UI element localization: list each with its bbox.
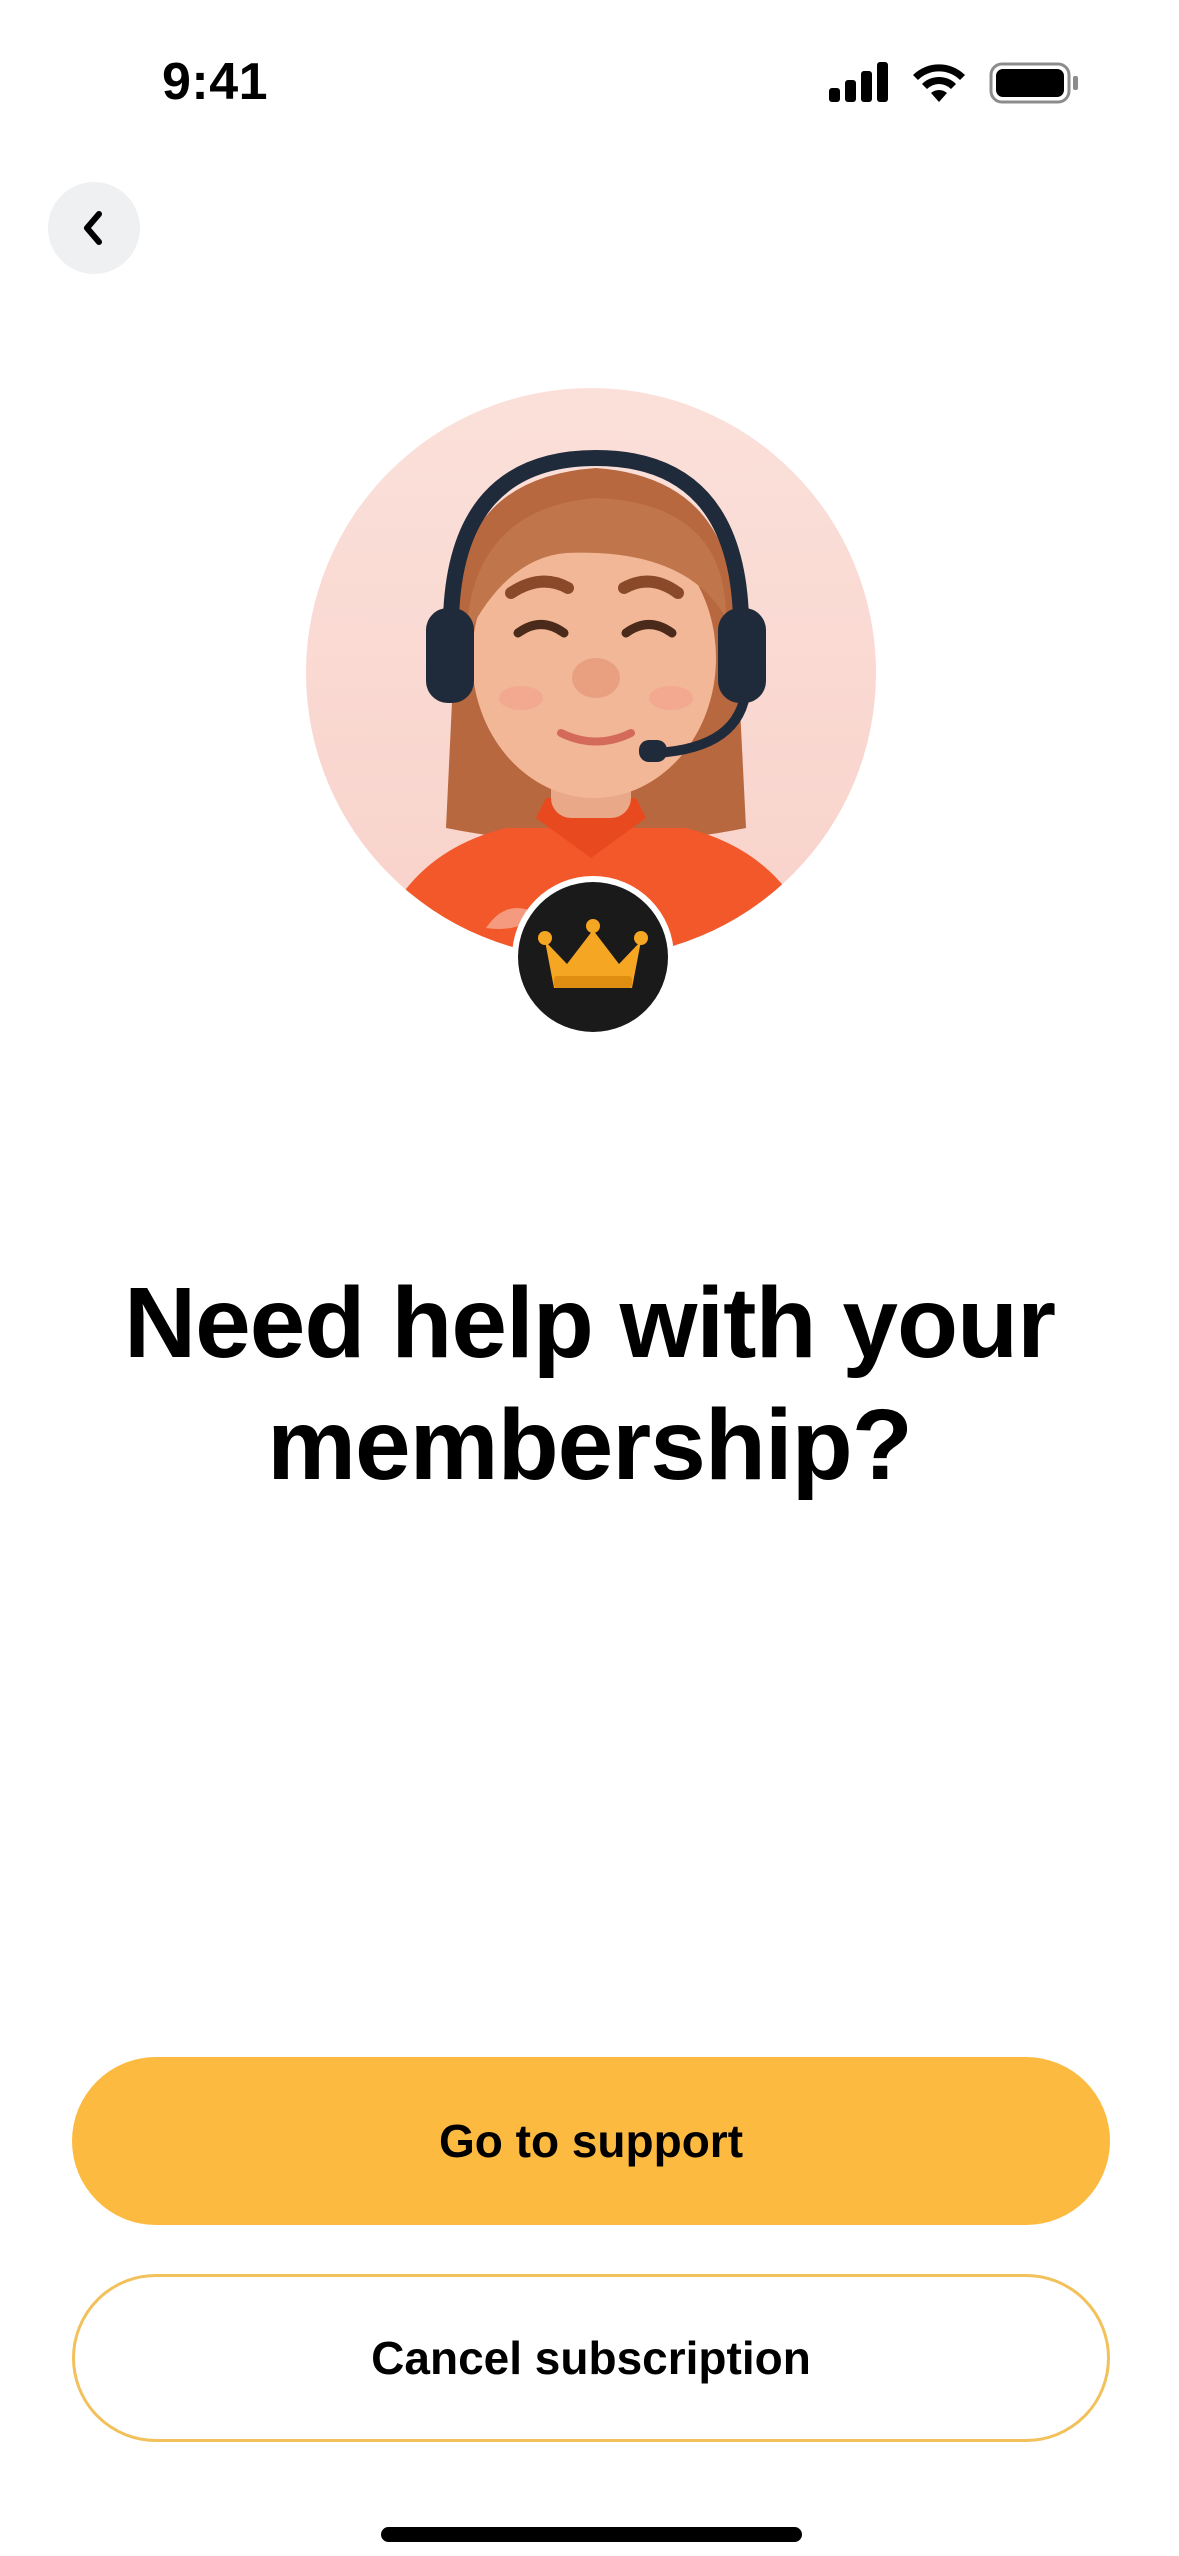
wifi-icon [913,64,965,102]
cellular-signal-icon [829,62,888,102]
go-to-support-label: Go to support [438,2115,744,2167]
status-bar: 9:41 [0,0,1179,170]
page-title-line-2: membership? [267,1389,913,1501]
cancel-subscription-button[interactable]: Cancel subscription [72,2274,1110,2442]
chevron-left-icon [84,211,102,245]
cancel-subscription-label: Cancel subscription [371,2332,811,2384]
battery-icon [989,62,1078,104]
membership-crown-badge [512,876,674,1038]
back-button[interactable] [48,182,140,274]
status-icons [829,62,1089,112]
home-indicator [381,2527,802,2542]
support-avatar-illustration [306,388,876,958]
go-to-support-button[interactable]: Go to support [72,2057,1110,2225]
page-title-line-1: Need help with your [123,1267,1056,1379]
page-title: Need help with your membership? [60,1262,1119,1506]
status-time: 9:41 [162,53,269,111]
